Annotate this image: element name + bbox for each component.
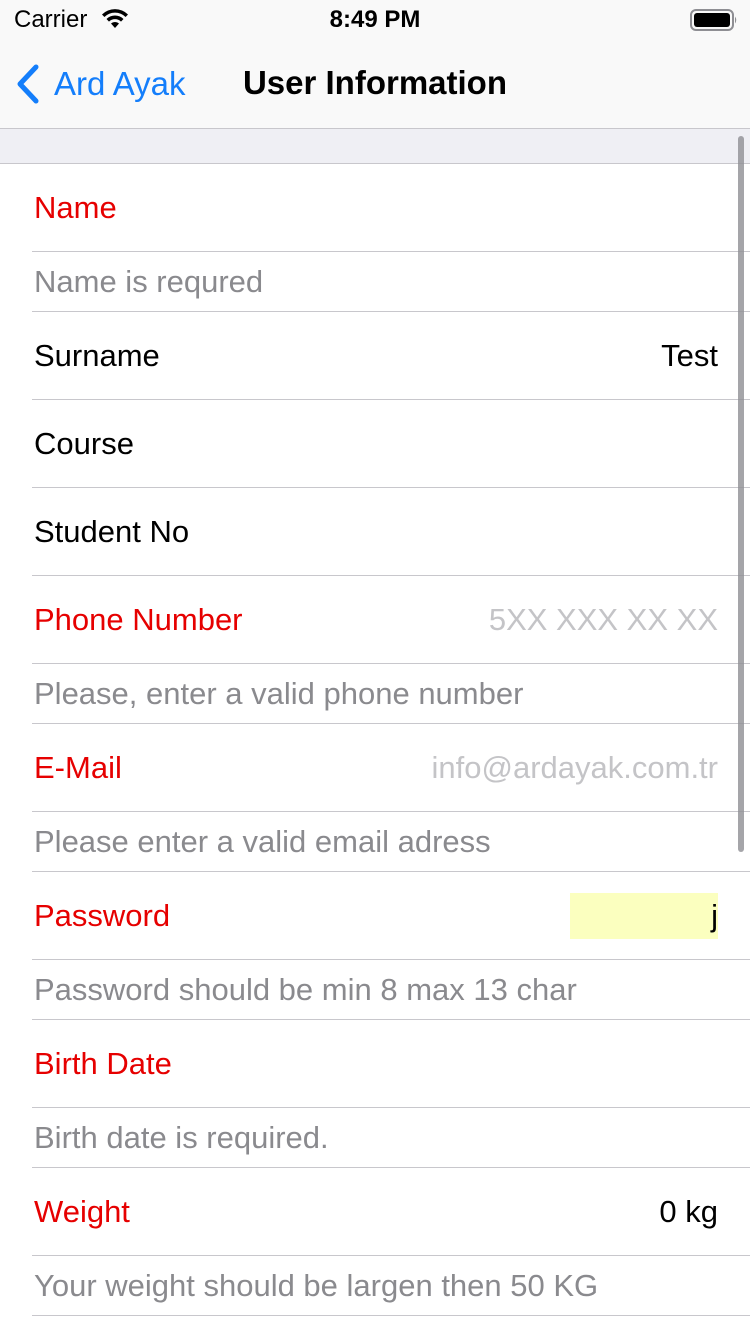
phone-label: Phone Number — [34, 602, 243, 637]
battery-icon — [690, 9, 737, 31]
course-label: Course — [34, 426, 134, 461]
password-error-row: Password should be min 8 max 13 char — [0, 960, 750, 1020]
status-bar: Carrier 8:49 PM — [0, 0, 750, 40]
birth-date-error-text: Birth date is required. — [34, 1120, 329, 1155]
email-error-text: Please enter a valid email adress — [34, 824, 491, 859]
section-header — [0, 129, 750, 164]
student-no-row[interactable]: Student No — [0, 488, 750, 576]
phone-error-text: Please, enter a valid phone number — [34, 676, 524, 711]
course-row[interactable]: Course — [0, 400, 750, 488]
password-label: Password — [34, 898, 171, 933]
password-error-text: Password should be min 8 max 13 char — [34, 972, 577, 1007]
surname-label: Surname — [34, 338, 160, 373]
name-field[interactable] — [358, 190, 718, 226]
surname-row[interactable]: Surname Test — [0, 312, 750, 400]
phone-field[interactable] — [358, 602, 718, 638]
weight-row[interactable]: Weight 0 kg — [0, 1168, 750, 1256]
name-row[interactable]: Name — [0, 164, 750, 252]
name-error-row: Name is requred — [0, 252, 750, 312]
student-no-field[interactable] — [358, 514, 718, 550]
birth-date-error-row: Birth date is required. — [0, 1108, 750, 1168]
surname-field[interactable]: Test — [661, 338, 718, 374]
email-field[interactable] — [358, 750, 718, 786]
page-title: User Information — [242, 64, 508, 101]
weight-label: Weight — [34, 1194, 130, 1229]
user-form-table: Name Name is requred Surname Test Course… — [0, 164, 750, 1316]
navigation-bar: Ard Ayak User Information — [0, 40, 750, 129]
course-field[interactable] — [358, 426, 718, 462]
email-error-row: Please enter a valid email adress — [0, 812, 750, 872]
phone-row[interactable]: Phone Number — [0, 576, 750, 664]
weight-error-row: Your weight should be largen then 50 KG — [0, 1256, 750, 1316]
scroll-indicator[interactable] — [738, 136, 744, 852]
screen: Carrier 8:49 PM Ard Ayak User Informatio… — [0, 0, 750, 1334]
phone-error-row: Please, enter a valid phone number — [0, 664, 750, 724]
password-field[interactable] — [570, 893, 718, 939]
birth-date-row[interactable]: Birth Date — [0, 1020, 750, 1108]
password-row[interactable]: Password — [0, 872, 750, 960]
weight-error-text: Your weight should be largen then 50 KG — [34, 1268, 599, 1303]
name-label: Name — [34, 190, 117, 225]
weight-field[interactable]: 0 kg — [659, 1194, 718, 1230]
name-error-text: Name is requred — [34, 264, 264, 299]
status-time: 8:49 PM — [329, 6, 421, 33]
student-no-label: Student No — [34, 514, 190, 549]
email-label: E-Mail — [34, 750, 122, 785]
birth-date-field[interactable] — [358, 1046, 718, 1082]
birth-date-label: Birth Date — [34, 1046, 172, 1081]
email-row[interactable]: E-Mail — [0, 724, 750, 812]
